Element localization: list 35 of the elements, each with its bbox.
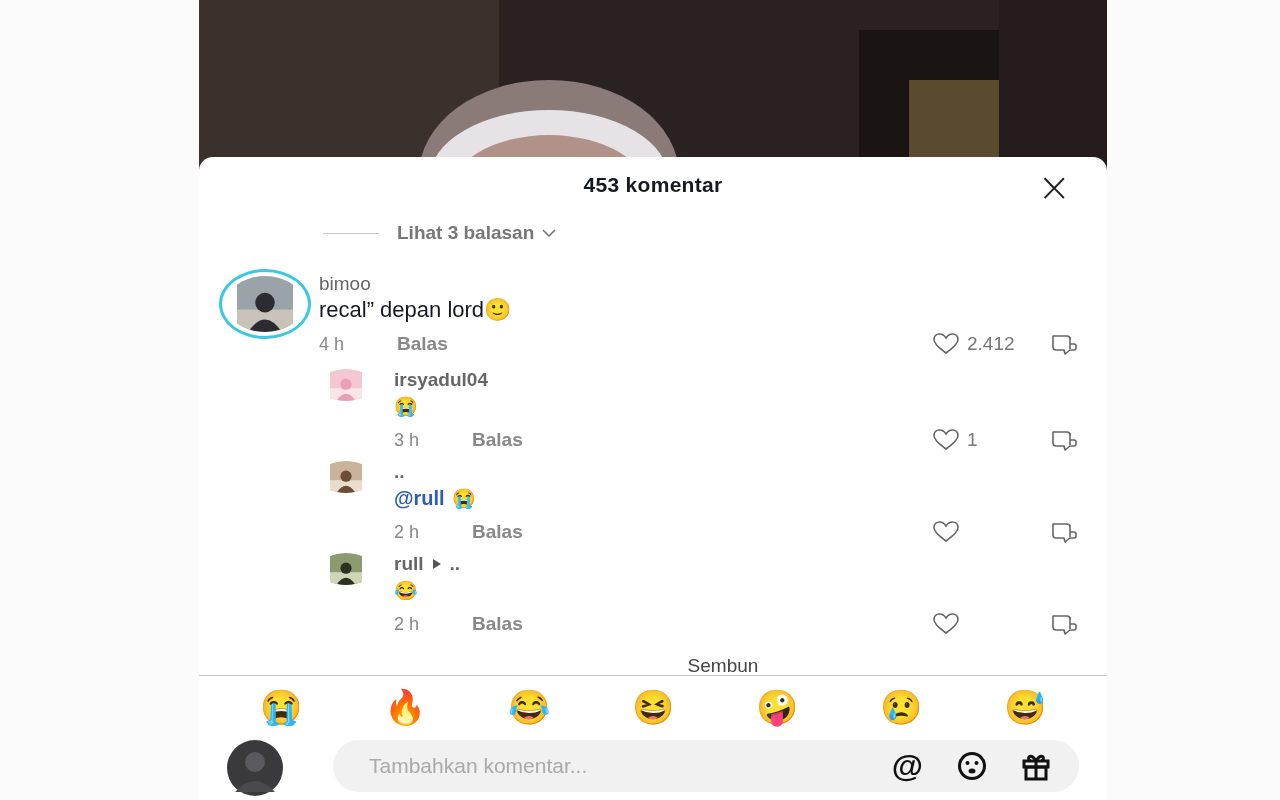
comment-time: 2 h — [394, 521, 421, 543]
comment-time: 4 h — [319, 333, 346, 355]
view-replies-link[interactable]: Lihat 3 balasan — [397, 222, 557, 244]
reply-button[interactable]: Balas — [397, 333, 448, 355]
hide-replies-link[interactable]: Sembun — [687, 656, 759, 675]
like-count: 2.412 — [967, 333, 1015, 355]
like-count: 1 — [967, 429, 978, 451]
play-arrow-icon — [432, 559, 441, 569]
emoji-button[interactable]: 🔥 — [384, 690, 426, 724]
comment-count-title: 453 komentar — [583, 173, 723, 197]
heart-icon[interactable] — [933, 429, 959, 451]
heart-icon[interactable] — [933, 521, 959, 543]
chevron-icon — [542, 229, 557, 237]
mention-link[interactable]: @rull — [394, 486, 445, 510]
username[interactable]: rull — [394, 553, 424, 575]
reply-to-username[interactable]: .. — [449, 553, 461, 575]
close-button[interactable]: × — [1037, 167, 1071, 207]
comment-text: 😭 — [452, 486, 477, 510]
comment-text: 😂 — [394, 578, 418, 602]
reply-button[interactable]: Balas — [472, 521, 523, 543]
comment-text: 😭 — [394, 394, 418, 418]
comment-time: 2 h — [394, 613, 421, 635]
smiley-icon[interactable] — [957, 751, 987, 781]
heart-icon[interactable] — [933, 613, 959, 635]
heart-icon[interactable] — [933, 333, 959, 355]
comment-input[interactable]: Tambahkan komentar... @ — [333, 740, 1079, 792]
comment-text: recal” depan lord🙂 — [319, 297, 512, 323]
username[interactable]: bimoo — [319, 273, 371, 295]
username[interactable]: irsyadul04 — [394, 369, 488, 391]
avatar[interactable] — [219, 269, 311, 339]
reply-button[interactable]: Balas — [472, 429, 523, 451]
reply-button[interactable]: Balas — [472, 613, 523, 635]
mention-button[interactable]: @ — [891, 747, 923, 785]
comment-time: 3 h — [394, 429, 421, 451]
username[interactable]: .. — [394, 461, 405, 483]
